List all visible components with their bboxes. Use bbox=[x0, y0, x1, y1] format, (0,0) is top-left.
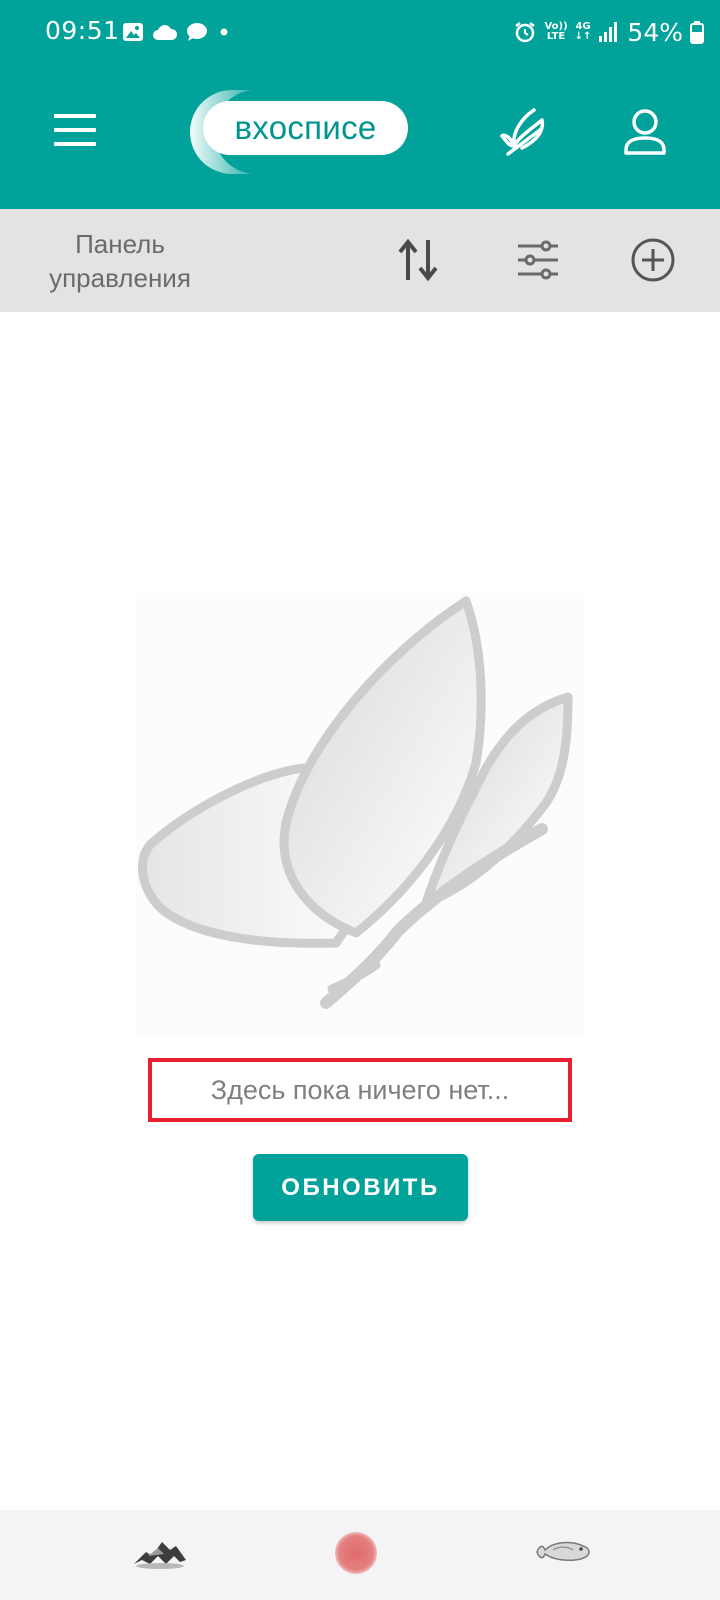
cloud-icon bbox=[153, 25, 178, 40]
feather-illustration bbox=[136, 593, 584, 1037]
feather-icon[interactable] bbox=[500, 106, 550, 158]
logo-text: вхосписе bbox=[203, 101, 408, 155]
lte-label: LTE bbox=[546, 31, 566, 42]
status-bar: 09:51 Vo)) LTE 4G ↓↑ 54% bbox=[0, 0, 720, 64]
empty-state-message: Здесь пока ничего нет... bbox=[148, 1058, 572, 1122]
battery-percent: 54% bbox=[627, 17, 683, 47]
top-header: 09:51 Vo)) LTE 4G ↓↑ 54% вхосписе bbox=[0, 0, 720, 209]
fish-icon[interactable] bbox=[533, 1526, 593, 1576]
sort-icon[interactable] bbox=[394, 236, 442, 284]
page-title: Панель управления bbox=[30, 227, 210, 295]
4g-indicator: 4G ↓↑ bbox=[575, 22, 592, 42]
volte-indicator: Vo)) LTE bbox=[544, 22, 567, 42]
data-arrows-icon: ↓↑ bbox=[574, 31, 592, 42]
filter-sliders-icon[interactable] bbox=[514, 236, 562, 284]
status-notification-icons bbox=[122, 20, 232, 44]
user-icon[interactable] bbox=[620, 106, 670, 158]
bottom-navigation bbox=[0, 1510, 720, 1600]
dot-icon bbox=[220, 28, 228, 36]
gallery-icon bbox=[123, 23, 143, 41]
status-system-icons: Vo)) LTE 4G ↓↑ 54% bbox=[513, 14, 704, 50]
page-title-line-2: управления bbox=[49, 263, 191, 293]
red-dot-icon[interactable] bbox=[331, 1528, 381, 1578]
battery-icon bbox=[690, 21, 704, 44]
refresh-button[interactable]: ОБНОВИТЬ bbox=[253, 1154, 468, 1221]
page-title-line-1: Панель bbox=[75, 229, 165, 259]
app-bar: вхосписе bbox=[0, 64, 720, 209]
alarm-icon bbox=[515, 22, 536, 43]
app-logo: вхосписе bbox=[186, 86, 412, 178]
chat-icon bbox=[187, 23, 207, 41]
status-time: 09:51 bbox=[45, 16, 120, 45]
menu-icon[interactable] bbox=[52, 110, 98, 150]
add-circle-icon[interactable] bbox=[629, 236, 677, 284]
signal-icon bbox=[599, 22, 618, 42]
mountain-icon[interactable] bbox=[130, 1526, 190, 1576]
dashboard-toolbar: Панель управления bbox=[0, 209, 720, 312]
